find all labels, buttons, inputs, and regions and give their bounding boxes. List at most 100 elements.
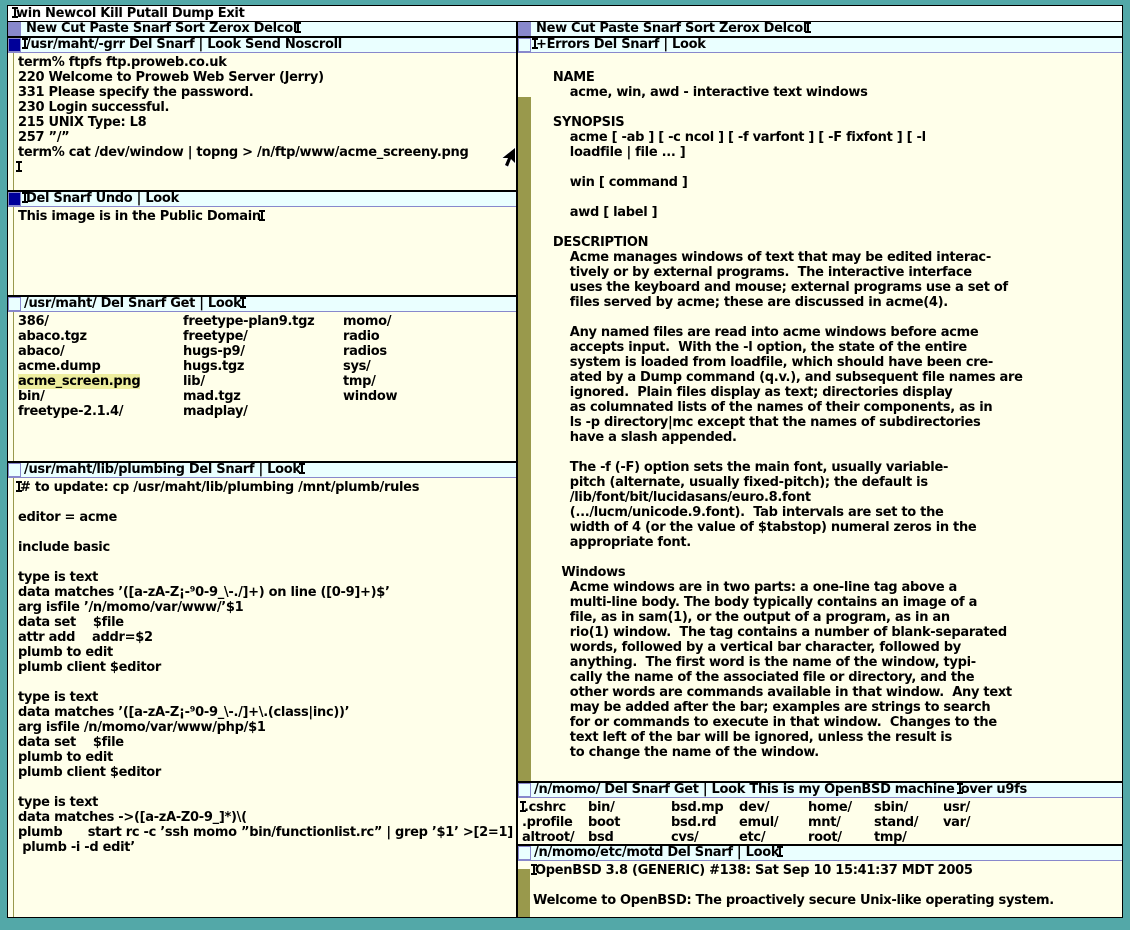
text-line [18,525,516,540]
text-line: Welcome to OpenBSD: The proactively secu… [533,893,1122,908]
column-layout-box[interactable] [8,22,21,36]
window-tag[interactable]: /n/momo/etc/motd Del Snarf | Look [518,846,1122,861]
window-clean-box[interactable] [8,297,21,311]
listing-item[interactable]: freetype-plan9.tgz [183,314,343,329]
column-layout-box[interactable] [518,22,531,36]
listing-item[interactable]: cvs/ [671,830,739,844]
window-tag[interactable]: /usr/maht/lib/plumbing Del Snarf | Look [8,463,516,478]
listing-item[interactable]: freetype-2.1.4/ [18,404,183,419]
window-clean-box[interactable] [518,846,531,860]
text-cursor [242,297,244,308]
listing-item[interactable]: sbin/ [874,800,943,815]
window-tag[interactable]: Del Snarf Undo | Look [8,192,516,207]
text-line [536,310,1122,325]
listing-item[interactable]: madplay/ [183,404,343,419]
window-clean-box[interactable] [8,463,21,477]
listing-item[interactable]: altroot/ [522,830,588,844]
text-cursor [14,7,16,18]
listing-item[interactable]: bin/ [18,389,183,404]
text-line: term% cat /dev/window | topng > /n/ftp/w… [18,145,516,160]
listing-item[interactable]: boot [588,815,671,830]
listing-item[interactable]: mad.tgz [183,389,343,404]
window-image-note: Del Snarf Undo | Look This image is in t… [8,192,516,295]
window-tag[interactable]: +Errors Del Snarf | Look [518,38,1122,53]
window-tag[interactable]: /usr/maht/ Del Snarf Get | Look [8,297,516,312]
text-line: rio(1) window. The tag contains a number… [536,625,1122,640]
text-line: SYNOPSIS [536,115,1122,130]
window-motd: /n/momo/etc/motd Del Snarf | Look OpenBS… [518,846,1122,917]
text-line: data set $file [18,735,516,750]
column-tag-right[interactable]: New Cut Paste Snarf Sort Zerox Delcol [518,22,1122,36]
listing-item[interactable]: acme_screen.png [18,374,183,389]
text-line: include basic [18,540,516,555]
listing-item[interactable]: dev/ [739,800,808,815]
listing-item[interactable] [943,830,1023,844]
listing-item[interactable]: usr/ [943,800,1023,815]
listing-item[interactable]: sys/ [343,359,493,374]
window-clean-box[interactable] [518,783,531,797]
listing-item[interactable]: bsd.mp [671,800,739,815]
listing-item[interactable]: stand/ [874,815,943,830]
column-tag-left[interactable]: New Cut Paste Snarf Sort Zerox Delcol [8,22,516,36]
listing-item[interactable]: hugs-p9/ [183,344,343,359]
text-cursor [301,463,303,474]
window-body-motd[interactable]: OpenBSD 3.8 (GENERIC) #138: Sat Sep 10 1… [518,861,1122,917]
window-clean-box[interactable] [518,38,531,52]
text-line: words, followed by a vertical bar charac… [536,640,1122,655]
listing-item[interactable]: root/ [808,830,874,844]
window-dirty-box[interactable] [8,38,21,52]
listing-item[interactable]: lib/ [183,374,343,389]
listing-item[interactable]: freetype/ [183,329,343,344]
listing-item[interactable]: abaco/ [18,344,183,359]
listing-item[interactable]: abaco.tgz [18,329,183,344]
listing-item[interactable]: tmp/ [874,830,943,844]
window-usr-maht-listing: /usr/maht/ Del Snarf Get | Look 386/free… [8,297,516,461]
listing-item[interactable]: .profile [522,815,588,830]
listing-item[interactable]: 386/ [18,314,183,329]
window-body-momo-listing[interactable]: .cshrcbin/bsd.mpdev/home/sbin/usr/ .profi… [518,798,1122,844]
text-line: editor = acme [18,510,516,525]
listing-item[interactable]: emul/ [739,815,808,830]
listing-item[interactable]: radios [343,344,493,359]
window-usr-maht-grr: /usr/maht/-grr Del Snarf | Look Send Nos… [8,38,516,190]
listing-item[interactable]: bsd [588,830,671,844]
listing-item[interactable]: mnt/ [808,815,874,830]
listing-item[interactable]: .cshrc [522,800,588,815]
text-line: plumb start rc -c ’ssh momo ”bin/functio… [18,825,516,840]
listing-item[interactable]: radio [343,329,493,344]
window-tag[interactable]: /n/momo/ Del Snarf Get | Look This is my… [518,783,1122,798]
window-body-terminal[interactable]: term% ftpfs ftp.proweb.co.uk220 Welcome … [8,53,516,190]
listing-item[interactable]: window [343,389,493,404]
text-cursor [522,801,524,812]
window-dirty-box[interactable] [8,192,21,206]
listing-item[interactable]: bin/ [588,800,671,815]
window-body-man-page[interactable]: NAME acme, win, awd - interactive text w… [518,53,1122,781]
text-line: OpenBSD 3.8 (GENERIC) #138: Sat Sep 10 1… [533,863,1122,878]
listing-item[interactable]: etc/ [739,830,808,844]
text-line: multi-line body. The body typically cont… [536,595,1122,610]
text-line: file, as in sam(1), or the output of a p… [536,610,1122,625]
listing-item[interactable]: hugs.tgz [183,359,343,374]
listing-item[interactable]: var/ [943,815,1023,830]
listing-item[interactable]: momo/ [343,314,493,329]
window-body-file-listing[interactable]: 386/freetype-plan9.tgzmomo/abaco.tgzfree… [8,312,516,461]
listing-item[interactable]: acme.dump [18,359,183,374]
listing-item[interactable]: tmp/ [343,374,493,389]
acme-main-tag[interactable]: win Newcol Kill Putall Dump Exit [8,6,1122,21]
text-line: The -f (-F) option sets the main font, u… [536,460,1122,475]
window-tag[interactable]: /usr/maht/-grr Del Snarf | Look Send Nos… [8,38,516,53]
listing-item[interactable]: home/ [808,800,874,815]
text-cursor [24,38,26,49]
text-line: plumb client $editor [18,660,516,675]
text-line: arg isfile /n/momo/var/www/php/$1 [18,720,516,735]
window-body-image-note[interactable]: This image is in the Public Domain [8,207,516,295]
text-line [536,190,1122,205]
text-line: win [ command ] [536,175,1122,190]
listing-item[interactable] [343,404,493,419]
listing-item[interactable]: bsd.rd [671,815,739,830]
text-line: files served by acme; these are discusse… [536,295,1122,310]
text-line: data matches ->([a-zA-Z0-9_]*)\( [18,810,516,825]
text-line: plumb -i -d edit’ [18,840,516,855]
window-body-plumbing[interactable]: # to update: cp /usr/maht/lib/plumbing /… [8,478,516,917]
text-line: data set $file [18,615,516,630]
